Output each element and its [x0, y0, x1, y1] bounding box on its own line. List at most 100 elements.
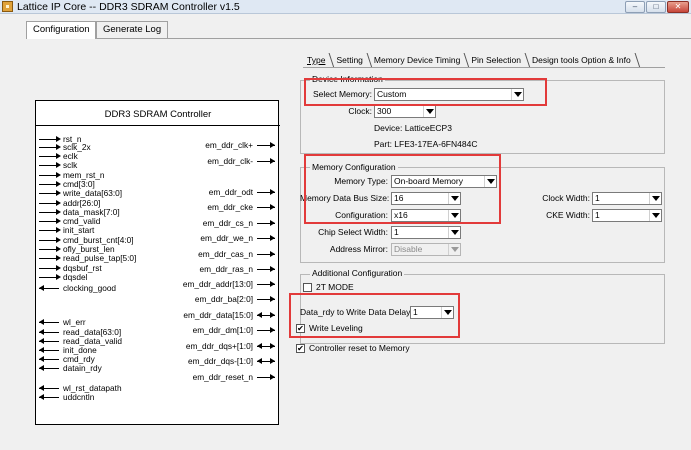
subtab-pin-selection[interactable]: Pin Selection — [467, 53, 528, 67]
close-button[interactable]: ✕ — [667, 1, 689, 13]
address-mirror-value: Disable — [394, 244, 423, 254]
signal-label: em_ddr_odt — [208, 187, 253, 197]
chevron-down-icon[interactable] — [649, 210, 661, 221]
signal-label: em_ddr_ras_n — [199, 264, 253, 274]
part-text: Part: LFE3-17EA-6FN484C — [374, 139, 478, 149]
arrow-icon — [270, 220, 275, 226]
arrow-icon — [270, 358, 275, 364]
tab-configuration[interactable]: Configuration — [26, 21, 96, 39]
signal-label: em_ddr_clk+ — [205, 140, 253, 150]
arrow-icon — [270, 281, 275, 287]
chevron-down-icon[interactable] — [441, 307, 453, 318]
arrow-icon — [56, 265, 61, 271]
arrow-icon — [257, 312, 262, 318]
minimize-button[interactable]: – — [625, 1, 645, 13]
chip-select-width-value: 1 — [394, 227, 399, 237]
cke-width-label: CKE Width: — [546, 210, 590, 220]
arrow-icon — [56, 144, 61, 150]
arrow-icon — [56, 209, 61, 215]
arrow-icon — [56, 227, 61, 233]
arrow-icon — [56, 255, 61, 261]
arrow-icon — [270, 204, 275, 210]
arrow-icon — [39, 365, 44, 371]
memory-configuration-label: Memory Configuration — [310, 162, 398, 172]
data-rdy-delay-dropdown[interactable]: 1 — [410, 306, 454, 319]
chevron-down-icon[interactable] — [423, 106, 435, 117]
arrow-icon — [270, 251, 275, 257]
signal-label: em_ddr_data[15:0] — [183, 310, 253, 320]
diagram-title: DDR3 SDRAM Controller — [104, 109, 212, 120]
cke-width-dropdown[interactable]: 1 — [592, 209, 662, 222]
chevron-down-icon[interactable] — [448, 193, 460, 204]
controller-reset-checkbox[interactable]: ✔ — [296, 344, 305, 353]
arrow-icon — [270, 312, 275, 318]
arrow-icon — [39, 338, 44, 344]
maximize-button[interactable]: □ — [646, 1, 666, 13]
arrow-icon — [56, 274, 61, 280]
two-t-mode-label: 2T MODE — [316, 282, 354, 292]
arrow-icon — [39, 385, 44, 391]
arrow-icon — [39, 347, 44, 353]
arrow-icon — [270, 235, 275, 241]
configuration-label: Configuration: — [335, 210, 388, 220]
sub-tab-bar: Type Setting Memory Device Timing Pin Selec… — [303, 53, 638, 67]
chevron-down-icon[interactable] — [484, 176, 496, 187]
chevron-down-icon[interactable] — [448, 227, 460, 238]
subtab-design-tools[interactable]: Design tools Option & Info — [528, 53, 638, 67]
address-mirror-dropdown: Disable — [391, 243, 461, 256]
write-leveling-checkbox[interactable]: ✔ — [296, 324, 305, 333]
chip-select-width-dropdown[interactable]: 1 — [391, 226, 461, 239]
data-bus-size-dropdown[interactable]: 16 — [391, 192, 461, 205]
signal-label: em_ddr_we_n — [200, 233, 253, 243]
arrow-icon — [56, 136, 61, 142]
signal-label: sclk — [63, 160, 78, 170]
clock-width-value: 1 — [595, 193, 600, 203]
arrow-icon — [270, 343, 275, 349]
subtab-divider — [303, 67, 665, 68]
clock-width-dropdown[interactable]: 1 — [592, 192, 662, 205]
subtab-type[interactable]: Type — [303, 53, 332, 67]
arrow-icon — [257, 343, 262, 349]
arrow-icon — [56, 246, 61, 252]
chip-select-width-label: Chip Select Width: — [318, 227, 388, 237]
signal-label: em_ddr_cs_n — [202, 218, 253, 228]
arrow-icon — [39, 329, 44, 335]
arrow-icon — [56, 172, 61, 178]
signal-label: init_start — [63, 225, 95, 235]
signal-label: em_ddr_cas_n — [198, 249, 253, 259]
configuration-dropdown[interactable]: x16 — [391, 209, 461, 222]
device-text: Device: LatticeECP3 — [374, 123, 452, 133]
tab-generate-log[interactable]: Generate Log — [96, 21, 168, 38]
subtab-setting[interactable]: Setting — [332, 53, 369, 67]
signal-label: em_ddr_dqs-[1:0] — [187, 356, 253, 366]
arrow-icon — [39, 394, 44, 400]
signal-label: em_ddr_clk- — [207, 156, 253, 166]
select-memory-dropdown[interactable]: Custom — [374, 88, 524, 101]
chevron-down-icon[interactable] — [511, 89, 523, 100]
address-mirror-label: Address Mirror: — [329, 244, 388, 254]
arrow-icon — [56, 190, 61, 196]
diagram-title-divider — [36, 125, 280, 126]
arrow-icon — [270, 142, 275, 148]
arrow-icon — [39, 319, 44, 325]
arrow-icon — [56, 200, 61, 206]
arrow-icon — [56, 237, 61, 243]
chevron-down-icon[interactable] — [448, 210, 460, 221]
arrow-icon — [56, 181, 61, 187]
app-icon — [2, 1, 13, 12]
signal-label: em_ddr_dqs+[1:0] — [185, 341, 253, 351]
arrow-icon — [270, 296, 275, 302]
clock-value: 300 — [377, 106, 392, 116]
chevron-down-icon[interactable] — [649, 193, 661, 204]
signal-label: em_ddr_reset_n — [192, 372, 253, 382]
additional-configuration-label: Additional Configuration — [310, 268, 405, 278]
two-t-mode-checkbox[interactable] — [303, 283, 312, 292]
arrow-icon — [270, 327, 275, 333]
select-memory-label: Select Memory: — [312, 89, 372, 99]
memory-type-dropdown[interactable]: On-board Memory — [391, 175, 497, 188]
block-diagram: DDR3 SDRAM Controller rst_n sclk_2x eclk sc… — [35, 100, 280, 425]
clock-dropdown[interactable]: 300 — [374, 105, 436, 118]
cke-width-value: 1 — [595, 210, 600, 220]
signal-label: em_ddr_addr[13:0] — [182, 279, 253, 289]
subtab-memory-device-timing[interactable]: Memory Device Timing — [370, 53, 467, 67]
